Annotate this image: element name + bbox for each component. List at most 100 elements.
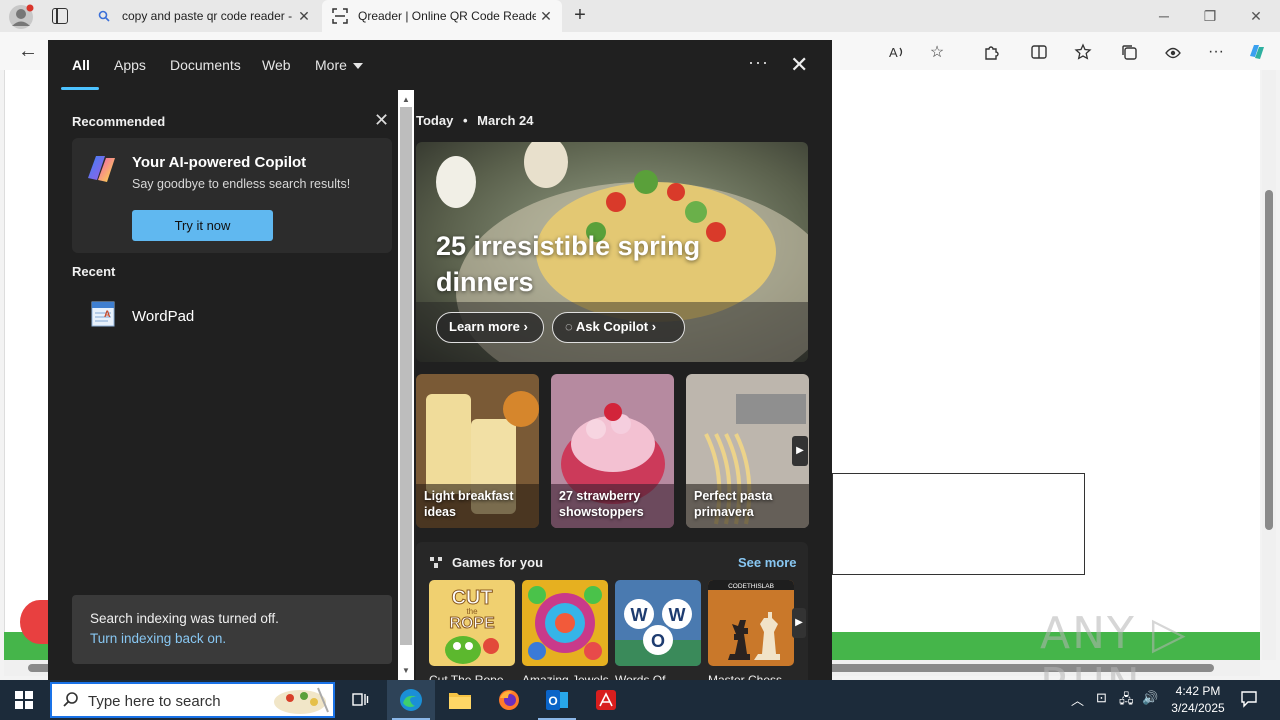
learn-more-button[interactable]: Learn more ›: [436, 312, 544, 343]
acrobat-reader-icon[interactable]: [592, 686, 620, 714]
restore-button[interactable]: ❐: [1200, 6, 1220, 26]
tab-actions-icon[interactable]: [52, 8, 68, 24]
collections-icon[interactable]: [1118, 41, 1140, 63]
copilot-card-subtitle: Say goodbye to endless search results!: [132, 177, 351, 191]
see-more-link[interactable]: See more: [738, 555, 797, 570]
network-device-icon[interactable]: ⊡: [1096, 690, 1107, 706]
tab-title: Qreader | Online QR Code Reader: [358, 9, 536, 23]
split-screen-icon[interactable]: [1028, 41, 1050, 63]
task-view-icon[interactable]: [346, 686, 374, 714]
browser-tabstrip: copy and paste qr code reader - Search ✕…: [0, 0, 1280, 32]
indexing-message: Search indexing was turned off.: [90, 611, 279, 626]
today-date: March 24: [477, 113, 534, 128]
search-icon: [96, 8, 112, 24]
copilot-icon[interactable]: [1246, 41, 1268, 63]
today-label: Today: [416, 113, 454, 128]
games-section: Games for you See more CUT the ROPE W W …: [416, 542, 808, 687]
qr-drop-box[interactable]: [832, 473, 1085, 575]
dismiss-recommended-icon[interactable]: ✕: [374, 110, 389, 131]
copilot-logo-icon: [88, 156, 115, 182]
edge-browser-icon[interactable]: [397, 686, 425, 714]
file-explorer-icon[interactable]: [446, 686, 474, 714]
search-pane-scrollbar[interactable]: ▲ ▼: [398, 90, 414, 680]
favorites-icon[interactable]: [1072, 41, 1094, 63]
game-controller-icon: [430, 557, 442, 568]
browser-tab-search[interactable]: copy and paste qr code reader - Search ✕: [86, 0, 320, 32]
back-arrow-icon[interactable]: ←: [16, 40, 40, 63]
close-window-button[interactable]: ✕: [1246, 6, 1266, 26]
page-vertical-scrollbar[interactable]: [1262, 70, 1276, 660]
tab-title: copy and paste qr code reader - Search: [122, 9, 294, 23]
game-master-chess[interactable]: CODETHISLAB: [708, 580, 794, 666]
cut-the-rope-art: CUT the ROPE: [429, 580, 515, 666]
browser-essentials-icon[interactable]: [1162, 41, 1184, 63]
wordpad-icon: A: [91, 301, 115, 327]
outlook-icon[interactable]: O: [543, 686, 571, 714]
tab-web[interactable]: Web: [262, 57, 291, 73]
scroll-thumb[interactable]: [1265, 190, 1273, 530]
indexing-notice: Search indexing was turned off. Turn ind…: [72, 595, 392, 664]
notifications-icon[interactable]: [1240, 690, 1258, 708]
svg-text:A: A: [104, 309, 111, 319]
tab-close-icon[interactable]: ✕: [536, 8, 556, 25]
tab-documents[interactable]: Documents: [170, 57, 241, 73]
search-placeholder: Type here to search: [88, 693, 221, 710]
close-icon[interactable]: ✕: [790, 52, 808, 78]
show-hidden-icons-chevron-icon[interactable]: ︿: [1071, 690, 1084, 709]
scroll-up-icon[interactable]: ▲: [402, 95, 410, 104]
qr-scan-icon: [332, 8, 348, 24]
tab-close-icon[interactable]: ✕: [294, 8, 314, 25]
today-header: Today • March 24: [416, 113, 534, 128]
scroll-down-icon[interactable]: ▼: [402, 666, 410, 675]
game-amazing-jewels[interactable]: [522, 580, 608, 666]
game-art-text: W: [669, 605, 686, 625]
tab-more-label: More: [315, 57, 347, 73]
taskbar-clock[interactable]: 4:42 PM 3/24/2025: [1162, 683, 1234, 717]
start-button[interactable]: [0, 680, 48, 720]
recent-item-wordpad[interactable]: A WordPad: [84, 296, 384, 336]
ask-copilot-button[interactable]: ◌ Ask Copilot ›: [552, 312, 685, 343]
minimize-button[interactable]: ─: [1154, 6, 1174, 26]
hero-card-spring-dinners[interactable]: 25 irresistible spring dinners Learn mor…: [416, 142, 808, 362]
favorite-star-icon[interactable]: ☆: [926, 41, 948, 63]
recommended-heading: Recommended: [72, 114, 166, 129]
card-strawberry-showstoppers[interactable]: 27 strawberry showstoppers: [551, 374, 674, 528]
ask-copilot-label: Ask Copilot: [575, 319, 649, 334]
words-of-wonders-art: W W O: [615, 580, 701, 666]
search-icon: [63, 692, 78, 707]
search-highlights-pane: Today • March 24 25 irresistible spring …: [414, 90, 832, 687]
profile-avatar-icon[interactable]: [8, 4, 34, 30]
scroll-thumb[interactable]: [400, 107, 412, 645]
copilot-card-title: Your AI-powered Copilot: [132, 154, 307, 171]
more-options-icon[interactable]: ···: [748, 52, 769, 73]
network-icon[interactable]: 🖧: [1119, 690, 1134, 712]
clock-time: 4:42 PM: [1175, 684, 1221, 698]
windows-taskbar: Type here to search O ︿ ⊡ 🖧 🔊 4:42 PM 3/…: [0, 680, 1280, 720]
volume-icon[interactable]: 🔊: [1142, 690, 1158, 706]
try-it-now-button[interactable]: Try it now: [132, 210, 273, 241]
browser-tab-qreader[interactable]: Qreader | Online QR Code Reader ✕: [322, 0, 562, 32]
game-words-of-wonders[interactable]: W W O: [615, 580, 701, 666]
chevron-right-icon: ›: [651, 319, 657, 334]
clock-date: 3/24/2025: [1171, 701, 1225, 715]
games-next-arrow-icon[interactable]: ▶: [792, 608, 806, 638]
search-highlight-art: [274, 687, 329, 714]
firefox-icon[interactable]: [495, 686, 523, 714]
game-art-text: CODETHISLAB: [728, 583, 774, 590]
recent-heading: Recent: [72, 264, 116, 279]
cards-next-arrow-icon[interactable]: ▶: [792, 436, 808, 466]
read-aloud-icon[interactable]: A: [886, 41, 908, 63]
taskbar-search-box[interactable]: Type here to search: [50, 682, 335, 718]
turn-indexing-on-link[interactable]: Turn indexing back on.: [90, 631, 226, 646]
card-pasta-primavera[interactable]: Perfect pasta primavera: [686, 374, 809, 528]
card-light-breakfast[interactable]: Light breakfast ideas: [416, 374, 539, 528]
tab-apps[interactable]: Apps: [114, 57, 146, 73]
tab-more[interactable]: More: [315, 57, 363, 73]
extensions-icon[interactable]: [980, 41, 1002, 63]
game-cut-the-rope[interactable]: CUT the ROPE: [429, 580, 515, 666]
windows-search-panel: All Apps Documents Web More ··· ✕ Recomm…: [48, 40, 832, 687]
tab-all[interactable]: All: [72, 57, 90, 73]
svg-text:A: A: [889, 45, 898, 60]
more-menu-icon[interactable]: ···: [1205, 41, 1227, 63]
new-tab-button[interactable]: +: [570, 4, 590, 28]
